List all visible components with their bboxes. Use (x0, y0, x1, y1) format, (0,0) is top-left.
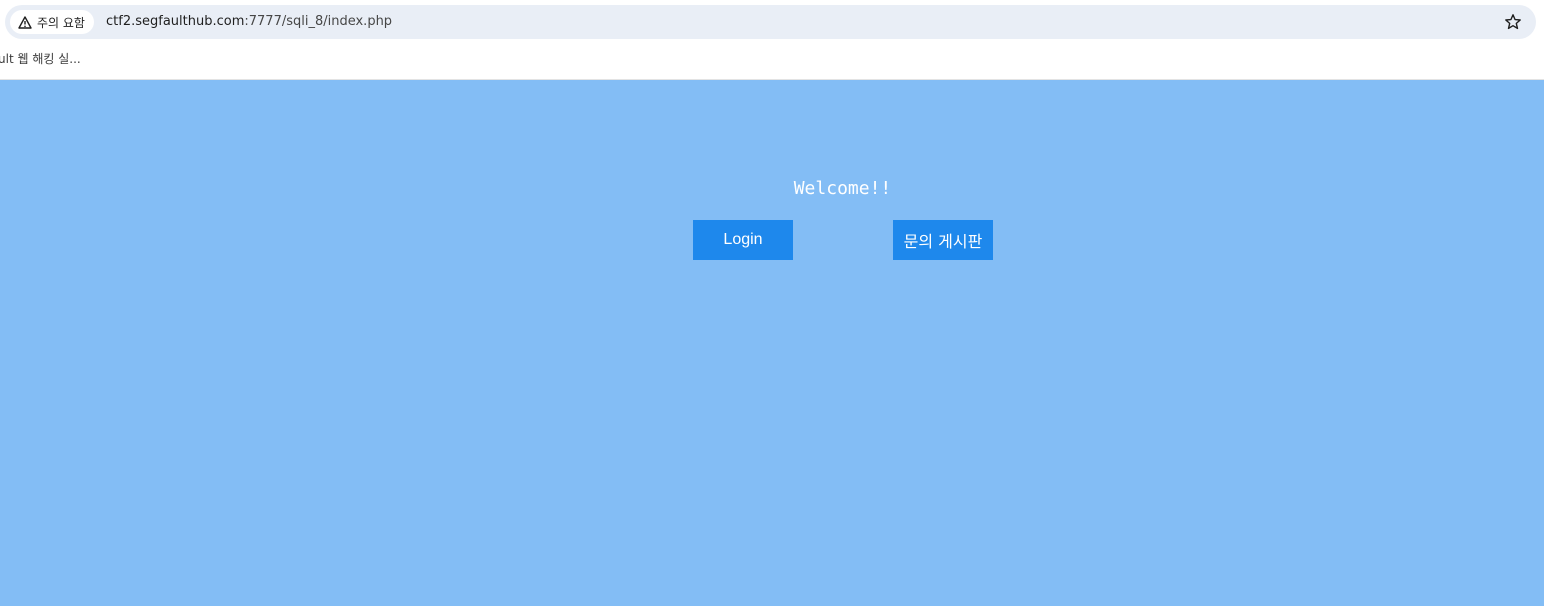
login-button[interactable]: Login (693, 220, 793, 260)
security-chip-label: 주의 요함 (37, 15, 85, 30)
bookmark-star-icon[interactable] (1504, 13, 1522, 31)
address-bar[interactable]: 주의 요함 ctf2.segfaulthub.com:7777/sqli_8/i… (5, 5, 1536, 39)
bookmark-item[interactable]: ult 웹 해킹 실... (0, 50, 81, 67)
url-text[interactable]: ctf2.segfaulthub.com:7777/sqli_8/index.p… (106, 5, 392, 39)
inquiry-board-button[interactable]: 문의 게시판 (893, 220, 993, 260)
warning-icon (18, 15, 32, 29)
welcome-heading: Welcome!! (793, 178, 892, 199)
browser-toolbar: 주의 요함 ctf2.segfaulthub.com:7777/sqli_8/i… (0, 0, 1544, 44)
page-content: Welcome!! Login 문의 게시판 (0, 80, 1544, 606)
url-path: :7777/sqli_8/index.php (244, 14, 393, 29)
url-host: ctf2.segfaulthub.com (106, 14, 245, 29)
security-chip[interactable]: 주의 요함 (10, 10, 94, 34)
bookmarks-bar: ult 웹 해킹 실... (0, 44, 1544, 80)
